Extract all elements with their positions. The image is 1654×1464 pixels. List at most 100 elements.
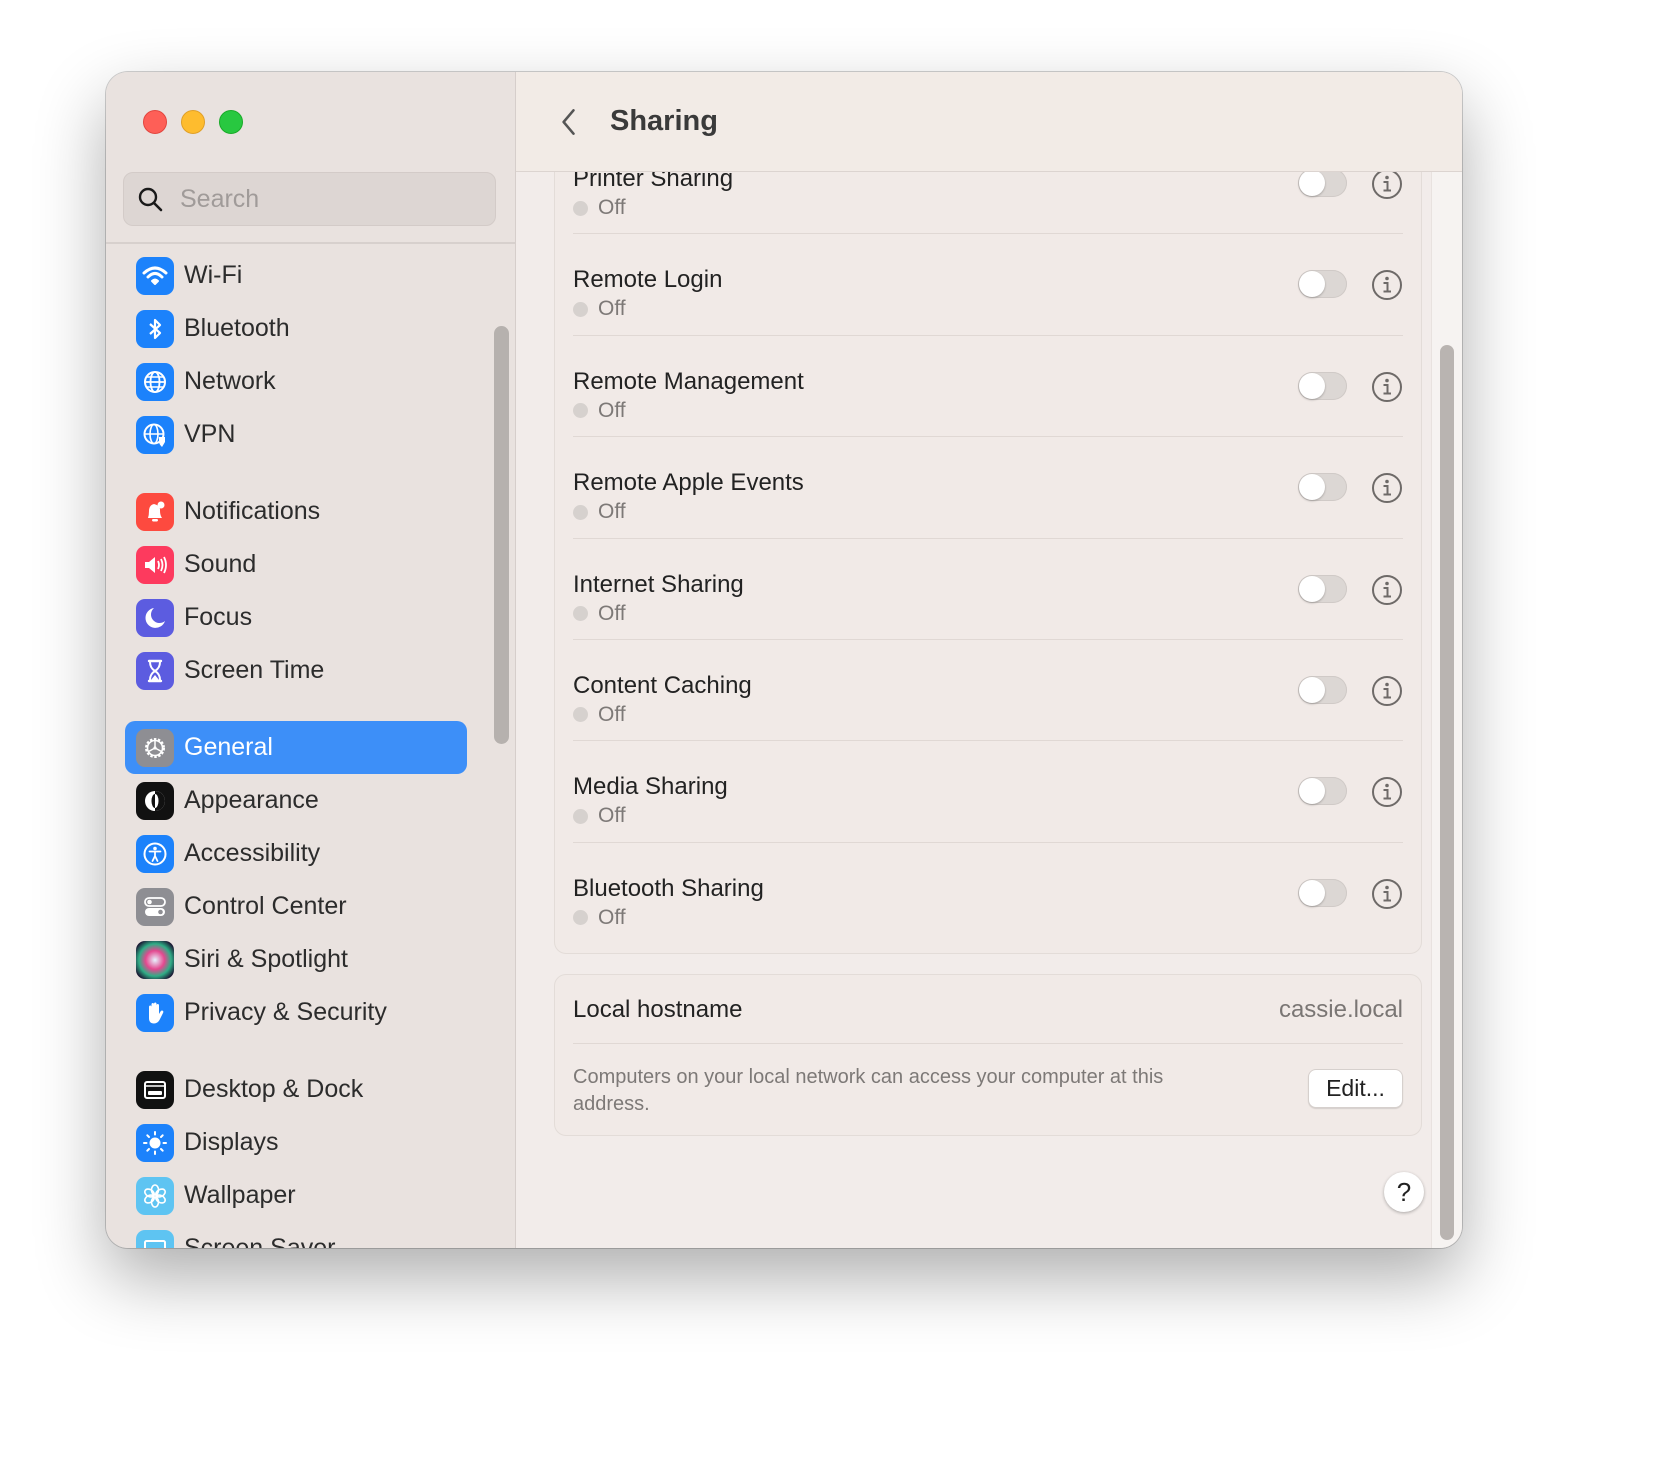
accessibility-icon xyxy=(136,834,174,873)
sidebar-item-vpn[interactable]: VPN xyxy=(125,408,467,461)
moon-icon xyxy=(136,598,174,637)
sidebar-scrollbar[interactable] xyxy=(494,326,509,744)
service-toggle[interactable] xyxy=(1298,172,1347,197)
sidebar-item-label: Appearance xyxy=(184,786,319,814)
info-icon[interactable] xyxy=(1371,675,1403,707)
sidebar-item-accessibility[interactable]: Accessibility xyxy=(125,827,467,880)
gear-icon xyxy=(136,728,174,767)
service-row: Remote Login Off xyxy=(573,234,1403,336)
status-dot-icon xyxy=(573,606,588,622)
service-status: Off xyxy=(573,500,626,524)
toggle-knob xyxy=(1299,778,1325,805)
toggle-knob xyxy=(1299,676,1325,703)
service-status: Off xyxy=(573,196,626,220)
sidebar-item-wifi[interactable]: Wi-Fi xyxy=(125,249,467,302)
service-status: Off xyxy=(573,297,626,321)
service-row: Remote Apple Events Off xyxy=(573,437,1403,539)
hand-icon xyxy=(136,993,174,1032)
sidebar: Wi-Fi Bluetooth Network VPN Notification… xyxy=(106,72,516,1248)
service-name: Media Sharing xyxy=(573,773,728,801)
sidebar-item-appearance[interactable]: Appearance xyxy=(125,774,467,827)
info-icon[interactable] xyxy=(1371,776,1403,808)
sidebar-item-wallpaper[interactable]: Wallpaper xyxy=(125,1169,467,1222)
sidebar-item-notifications[interactable]: Notifications xyxy=(125,485,467,538)
sidebar-item-displays[interactable]: Displays xyxy=(125,1116,467,1169)
close-button[interactable] xyxy=(143,110,167,134)
service-status: Off xyxy=(573,804,626,828)
info-icon[interactable] xyxy=(1371,472,1403,504)
sidebar-item-siri-spotlight[interactable]: Siri & Spotlight xyxy=(125,933,467,986)
info-icon[interactable] xyxy=(1371,172,1403,200)
minimize-button[interactable] xyxy=(181,110,205,134)
sidebar-item-desktop-dock[interactable]: Desktop & Dock xyxy=(125,1063,467,1116)
speaker-icon xyxy=(136,545,174,584)
back-button[interactable] xyxy=(554,104,584,140)
service-name: Remote Apple Events xyxy=(573,469,804,497)
service-toggle[interactable] xyxy=(1298,371,1347,400)
toggle-knob xyxy=(1299,474,1325,501)
sidebar-item-focus[interactable]: Focus xyxy=(125,591,467,644)
service-row: Media Sharing Off xyxy=(573,741,1403,843)
siri-icon xyxy=(136,940,174,979)
service-toggle[interactable] xyxy=(1298,777,1347,806)
status-dot-icon xyxy=(573,200,588,216)
sidebar-item-label: Screen Time xyxy=(184,656,325,684)
maximize-button[interactable] xyxy=(219,110,243,134)
service-status-text: Off xyxy=(598,601,626,625)
toggle-knob xyxy=(1299,172,1325,196)
sidebar-item-network[interactable]: Network xyxy=(125,355,467,408)
service-row: Content Caching Off xyxy=(573,640,1403,742)
info-icon[interactable] xyxy=(1371,878,1403,910)
service-row: Remote Management Off xyxy=(573,336,1403,438)
search-field[interactable] xyxy=(123,172,496,226)
hostname-description-row: Computers on your local network can acce… xyxy=(573,1044,1403,1136)
appearance-icon xyxy=(136,781,174,820)
service-name: Remote Login xyxy=(573,266,723,294)
service-toggle[interactable] xyxy=(1298,574,1347,603)
service-toggle[interactable] xyxy=(1298,270,1347,299)
info-icon[interactable] xyxy=(1371,371,1403,403)
hostname-description: Computers on your local network can acce… xyxy=(573,1066,1164,1115)
service-status-text: Off xyxy=(598,297,626,321)
sidebar-item-sound[interactable]: Sound xyxy=(125,538,467,591)
sidebar-item-label: Wi-Fi xyxy=(184,261,243,289)
bluetooth-icon xyxy=(136,309,174,348)
info-icon[interactable] xyxy=(1371,269,1403,301)
toggle-knob xyxy=(1299,372,1325,399)
service-toggle[interactable] xyxy=(1298,878,1347,907)
service-status: Off xyxy=(573,703,626,727)
sidebar-item-control-center[interactable]: Control Center xyxy=(125,880,467,933)
edit-hostname-button[interactable]: Edit... xyxy=(1308,1069,1403,1108)
sidebar-item-label: Sound xyxy=(184,550,257,578)
service-name: Bluetooth Sharing xyxy=(573,874,764,902)
status-dot-icon xyxy=(573,707,588,723)
service-row: Printer Sharing Off xyxy=(573,172,1403,235)
window-controls xyxy=(143,110,243,134)
status-dot-icon xyxy=(573,504,588,520)
search-input[interactable] xyxy=(178,183,482,215)
service-toggle[interactable] xyxy=(1298,675,1347,704)
sidebar-item-screen-saver[interactable]: Screen Saver xyxy=(125,1222,467,1248)
help-button[interactable]: ? xyxy=(1384,1172,1424,1212)
sidebar-item-label: Notifications xyxy=(184,497,321,525)
toolbar: Sharing xyxy=(516,72,1462,172)
sidebar-item-privacy-security[interactable]: Privacy & Security xyxy=(125,986,467,1039)
main-scrollbar[interactable] xyxy=(1440,345,1454,1240)
service-status: Off xyxy=(573,399,626,423)
service-status-text: Off xyxy=(598,196,626,219)
hourglass-icon xyxy=(136,651,174,690)
sidebar-item-label: Desktop & Dock xyxy=(184,1075,364,1103)
sidebar-item-screen-time[interactable]: Screen Time xyxy=(125,644,467,697)
sidebar-item-label: Screen Saver xyxy=(184,1234,336,1248)
info-icon[interactable] xyxy=(1371,574,1403,606)
service-toggle[interactable] xyxy=(1298,473,1347,502)
wifi-icon xyxy=(136,256,174,295)
sidebar-item-label: Network xyxy=(184,367,276,395)
sidebar-item-label: Displays xyxy=(184,1128,279,1156)
sidebar-item-general[interactable]: General xyxy=(125,721,467,774)
search-icon xyxy=(138,187,163,212)
globe-icon xyxy=(136,362,174,401)
sidebar-item-label: General xyxy=(184,733,273,761)
service-name: Internet Sharing xyxy=(573,570,744,598)
sidebar-item-bluetooth[interactable]: Bluetooth xyxy=(125,302,467,355)
